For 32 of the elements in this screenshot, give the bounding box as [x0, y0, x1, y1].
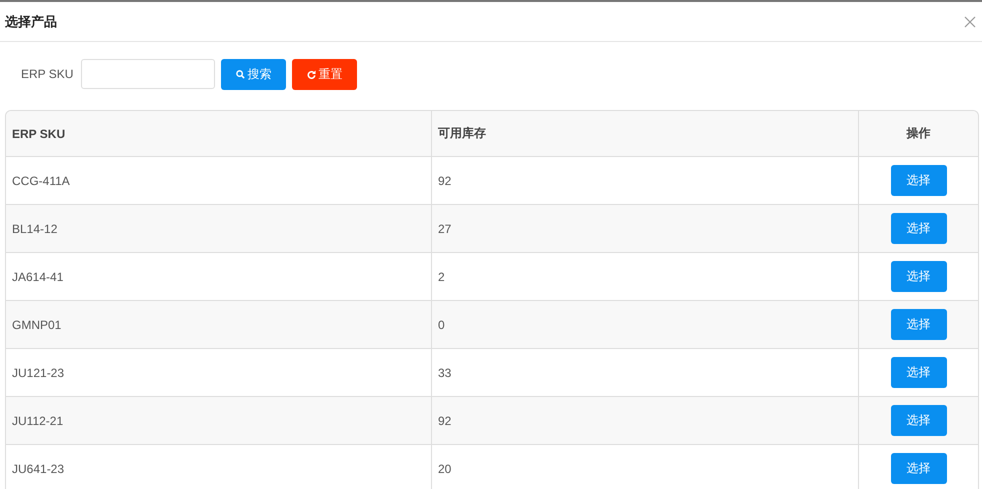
search-button[interactable]: 搜索: [221, 58, 286, 90]
table-cell: JA614-41: [12, 270, 64, 284]
column-header: ERP SKU: [12, 126, 66, 140]
table-cell: JU641-23: [12, 462, 64, 476]
select-button[interactable]: 选择: [890, 213, 946, 244]
table-cell: 33: [438, 366, 452, 380]
select-button[interactable]: 选择: [890, 405, 946, 436]
table-cell: 92: [438, 414, 452, 428]
refresh-icon: [307, 70, 316, 78]
dialog-title: 选择产品: [5, 12, 57, 30]
table-cell: 2: [438, 270, 445, 284]
close-icon[interactable]: [964, 16, 976, 28]
table-cell: 92: [438, 174, 452, 188]
select-button[interactable]: 选择: [890, 165, 946, 196]
table-cell: 20: [438, 462, 452, 476]
table-cell: GMNP01: [12, 318, 62, 332]
search-icon: [236, 70, 246, 78]
sku-input-field[interactable]: [81, 59, 216, 89]
table-cell: 27: [438, 222, 452, 236]
select-button[interactable]: 选择: [890, 309, 946, 340]
table-cell: CCG-411A: [12, 174, 70, 188]
table-cell: JU121-23: [12, 366, 64, 380]
table-cell: BL14-12: [12, 222, 58, 236]
field-label: ERP SKU: [21, 67, 74, 81]
select-button[interactable]: 选择: [890, 357, 946, 388]
table-cell: 0: [438, 318, 445, 332]
column-header: 可用库存: [438, 125, 486, 142]
select-button[interactable]: 选择: [890, 453, 946, 484]
table-cell: JU112-21: [12, 414, 64, 428]
reset-button[interactable]: 重置: [292, 58, 358, 90]
column-header: 操作: [906, 125, 930, 142]
select-button[interactable]: 选择: [890, 261, 946, 292]
